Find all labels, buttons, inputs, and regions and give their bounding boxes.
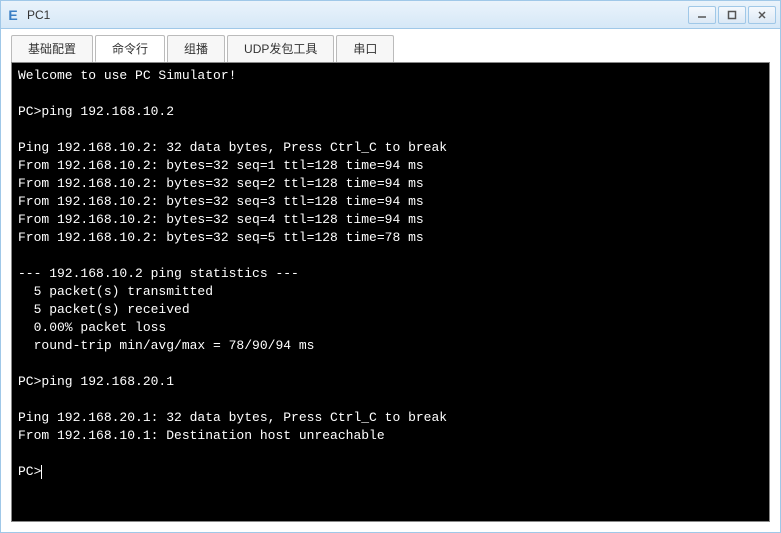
window-controls — [688, 6, 776, 24]
window-title: PC1 — [27, 8, 688, 22]
terminal[interactable]: Welcome to use PC Simulator! PC>ping 192… — [11, 62, 770, 522]
tab-bar: 基础配置 命令行 组播 UDP发包工具 串口 — [1, 29, 780, 62]
titlebar[interactable]: E PC1 — [1, 1, 780, 29]
window: E PC1 基础配置 命令行 组播 UDP发包工具 串口 Welcome to … — [0, 0, 781, 533]
tab-multicast[interactable]: 组播 — [167, 35, 225, 62]
terminal-cursor — [41, 465, 42, 479]
tab-basic-config[interactable]: 基础配置 — [11, 35, 93, 62]
tab-command-line[interactable]: 命令行 — [95, 35, 165, 62]
minimize-button[interactable] — [688, 6, 716, 24]
app-icon: E — [5, 7, 21, 23]
close-button[interactable] — [748, 6, 776, 24]
tab-serial[interactable]: 串口 — [336, 35, 394, 62]
maximize-button[interactable] — [718, 6, 746, 24]
tab-udp-tool[interactable]: UDP发包工具 — [227, 35, 334, 62]
terminal-container: Welcome to use PC Simulator! PC>ping 192… — [1, 62, 780, 532]
